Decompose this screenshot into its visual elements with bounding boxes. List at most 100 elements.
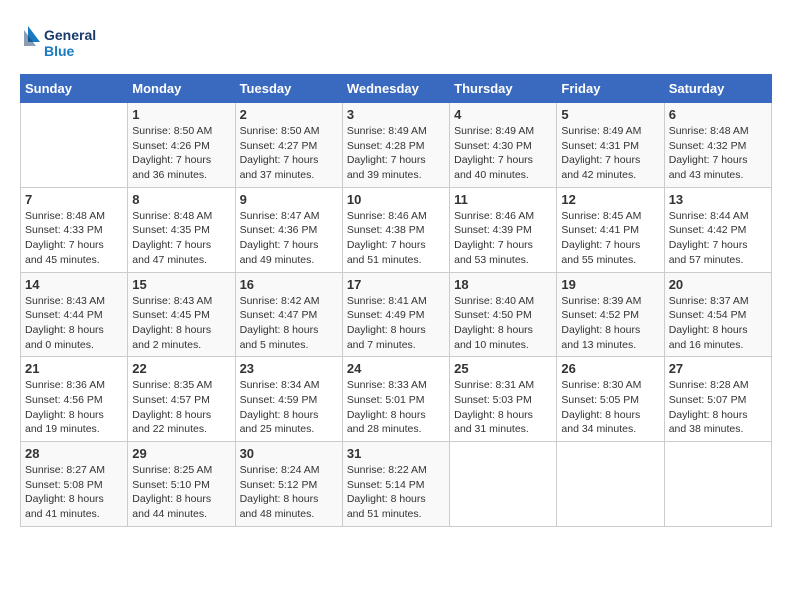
day-info: Sunrise: 8:43 AMSunset: 4:44 PMDaylight:… [25,294,123,353]
day-info: Sunrise: 8:48 AMSunset: 4:35 PMDaylight:… [132,209,230,268]
day-info: Sunrise: 8:46 AMSunset: 4:38 PMDaylight:… [347,209,445,268]
day-cell: 11 Sunrise: 8:46 AMSunset: 4:39 PMDayligh… [450,187,557,272]
day-number: 5 [561,107,659,122]
day-info: Sunrise: 8:35 AMSunset: 4:57 PMDaylight:… [132,378,230,437]
page-header: General Blue [20,20,772,64]
day-info: Sunrise: 8:43 AMSunset: 4:45 PMDaylight:… [132,294,230,353]
week-row-4: 21Sunrise: 8:36 AMSunset: 4:56 PMDayligh… [21,357,772,442]
day-info: Sunrise: 8:46 AMSunset: 4:39 PMDaylight:… [454,209,552,268]
day-cell: 30 Sunrise: 8:24 AMSunset: 5:12 PMDayligh… [235,442,342,527]
day-number: 30 [240,446,338,461]
header-wednesday: Wednesday [342,75,449,103]
day-cell: 9 Sunrise: 8:47 AMSunset: 4:36 PMDaylight… [235,187,342,272]
day-number: 11 [454,192,552,207]
day-number: 25 [454,361,552,376]
day-number: 26 [561,361,659,376]
header-thursday: Thursday [450,75,557,103]
day-cell: 13Sunrise: 8:44 AMSunset: 4:42 PMDayligh… [664,187,771,272]
day-cell: 28Sunrise: 8:27 AMSunset: 5:08 PMDayligh… [21,442,128,527]
day-cell: 26 Sunrise: 8:30 AMSunset: 5:05 PMDayligh… [557,357,664,442]
header-friday: Friday [557,75,664,103]
day-number: 20 [669,277,767,292]
day-number: 14 [25,277,123,292]
day-info: Sunrise: 8:27 AMSunset: 5:08 PMDaylight:… [25,463,123,522]
day-number: 19 [561,277,659,292]
day-number: 31 [347,446,445,461]
day-cell: 29 Sunrise: 8:25 AMSunset: 5:10 PMDayligh… [128,442,235,527]
week-row-1: 1 Sunrise: 8:50 AMSunset: 4:26 PMDaylight… [21,103,772,188]
day-cell: 3Sunrise: 8:49 AMSunset: 4:28 PMDaylight… [342,103,449,188]
day-number: 6 [669,107,767,122]
day-cell: 20 Sunrise: 8:37 AMSunset: 4:54 PMDayligh… [664,272,771,357]
day-cell: 6Sunrise: 8:48 AMSunset: 4:32 PMDaylight… [664,103,771,188]
day-info: Sunrise: 8:25 AMSunset: 5:10 PMDaylight:… [132,463,230,522]
day-cell: 12 Sunrise: 8:45 AMSunset: 4:41 PMDayligh… [557,187,664,272]
day-info: Sunrise: 8:30 AMSunset: 5:05 PMDaylight:… [561,378,659,437]
day-info: Sunrise: 8:41 AMSunset: 4:49 PMDaylight:… [347,294,445,353]
day-cell: 2Sunrise: 8:50 AMSunset: 4:27 PMDaylight… [235,103,342,188]
day-number: 15 [132,277,230,292]
day-number: 2 [240,107,338,122]
day-number: 12 [561,192,659,207]
header-monday: Monday [128,75,235,103]
week-row-2: 7 Sunrise: 8:48 AMSunset: 4:33 PMDaylight… [21,187,772,272]
svg-text:General: General [44,27,96,43]
logo-svg: General Blue [20,20,100,64]
day-cell: 5 Sunrise: 8:49 AMSunset: 4:31 PMDaylight… [557,103,664,188]
day-number: 23 [240,361,338,376]
day-number: 1 [132,107,230,122]
day-cell [450,442,557,527]
day-info: Sunrise: 8:22 AMSunset: 5:14 PMDaylight:… [347,463,445,522]
day-info: Sunrise: 8:37 AMSunset: 4:54 PMDaylight:… [669,294,767,353]
day-info: Sunrise: 8:49 AMSunset: 4:28 PMDaylight:… [347,124,445,183]
day-cell: 7 Sunrise: 8:48 AMSunset: 4:33 PMDaylight… [21,187,128,272]
day-info: Sunrise: 8:50 AMSunset: 4:26 PMDaylight:… [132,124,230,183]
day-cell: 16 Sunrise: 8:42 AMSunset: 4:47 PMDayligh… [235,272,342,357]
day-info: Sunrise: 8:31 AMSunset: 5:03 PMDaylight:… [454,378,552,437]
day-info: Sunrise: 8:49 AMSunset: 4:30 PMDaylight:… [454,124,552,183]
day-info: Sunrise: 8:42 AMSunset: 4:47 PMDaylight:… [240,294,338,353]
svg-text:Blue: Blue [44,43,75,59]
day-cell: 25 Sunrise: 8:31 AMSunset: 5:03 PMDayligh… [450,357,557,442]
day-info: Sunrise: 8:49 AMSunset: 4:31 PMDaylight:… [561,124,659,183]
day-cell: 23Sunrise: 8:34 AMSunset: 4:59 PMDayligh… [235,357,342,442]
day-number: 24 [347,361,445,376]
day-info: Sunrise: 8:24 AMSunset: 5:12 PMDaylight:… [240,463,338,522]
day-cell: 18Sunrise: 8:40 AMSunset: 4:50 PMDayligh… [450,272,557,357]
logo: General Blue [20,20,100,64]
day-info: Sunrise: 8:39 AMSunset: 4:52 PMDaylight:… [561,294,659,353]
day-number: 8 [132,192,230,207]
day-cell: 10Sunrise: 8:46 AMSunset: 4:38 PMDayligh… [342,187,449,272]
day-info: Sunrise: 8:33 AMSunset: 5:01 PMDaylight:… [347,378,445,437]
day-number: 4 [454,107,552,122]
day-number: 27 [669,361,767,376]
day-cell: 19 Sunrise: 8:39 AMSunset: 4:52 PMDayligh… [557,272,664,357]
day-number: 13 [669,192,767,207]
day-cell [557,442,664,527]
day-info: Sunrise: 8:48 AMSunset: 4:33 PMDaylight:… [25,209,123,268]
day-cell: 17 Sunrise: 8:41 AMSunset: 4:49 PMDayligh… [342,272,449,357]
day-info: Sunrise: 8:47 AMSunset: 4:36 PMDaylight:… [240,209,338,268]
header-saturday: Saturday [664,75,771,103]
day-cell: 15 Sunrise: 8:43 AMSunset: 4:45 PMDayligh… [128,272,235,357]
day-number: 9 [240,192,338,207]
header-sunday: Sunday [21,75,128,103]
day-cell: 1 Sunrise: 8:50 AMSunset: 4:26 PMDaylight… [128,103,235,188]
day-cell [664,442,771,527]
day-cell: 24 Sunrise: 8:33 AMSunset: 5:01 PMDayligh… [342,357,449,442]
day-number: 7 [25,192,123,207]
day-number: 22 [132,361,230,376]
day-number: 29 [132,446,230,461]
calendar-header-row: SundayMondayTuesdayWednesdayThursdayFrid… [21,75,772,103]
day-number: 18 [454,277,552,292]
day-cell: 14 Sunrise: 8:43 AMSunset: 4:44 PMDayligh… [21,272,128,357]
day-info: Sunrise: 8:45 AMSunset: 4:41 PMDaylight:… [561,209,659,268]
day-number: 21 [25,361,123,376]
day-cell: 8 Sunrise: 8:48 AMSunset: 4:35 PMDaylight… [128,187,235,272]
day-cell: 21Sunrise: 8:36 AMSunset: 4:56 PMDayligh… [21,357,128,442]
week-row-3: 14 Sunrise: 8:43 AMSunset: 4:44 PMDayligh… [21,272,772,357]
day-cell [21,103,128,188]
header-tuesday: Tuesday [235,75,342,103]
day-number: 16 [240,277,338,292]
day-number: 17 [347,277,445,292]
